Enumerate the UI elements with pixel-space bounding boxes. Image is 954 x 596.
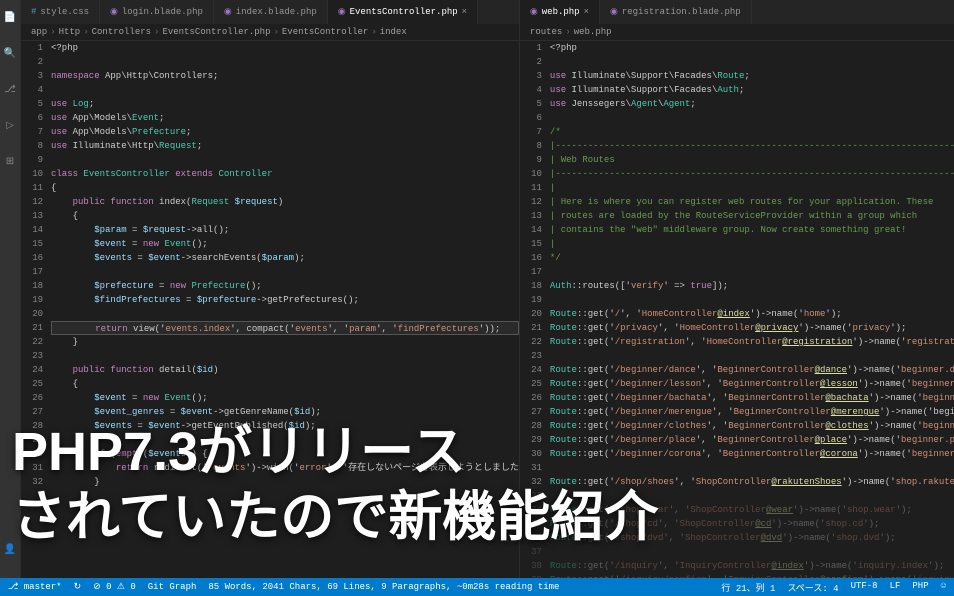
editor-pane-left: #style.css◉login.blade.php◉index.blade.p… [20,0,519,596]
search-icon[interactable]: 🔍 [0,44,20,64]
explorer-icon[interactable]: 📄 [0,8,20,28]
editor-tab[interactable]: ◉index.blade.php [214,0,328,24]
sync-icon[interactable]: ↻ [74,582,82,592]
branch-indicator[interactable]: ⎇ master* [8,582,62,592]
encoding[interactable]: UTF-8 [851,581,878,594]
code-right[interactable]: <?phpuse Illuminate\Support\Facades\Rout… [550,41,954,596]
gutter-left: 1234567891011121314151617181920212223242… [21,41,51,596]
editor-tab[interactable]: ◉login.blade.php [100,0,214,24]
feedback-icon[interactable]: ☺ [941,581,946,594]
problems-indicator[interactable]: ⊘ 0 ⚠ 0 [93,582,136,592]
tabs-left: #style.css◉login.blade.php◉index.blade.p… [21,0,519,24]
extensions-icon[interactable]: ⊞ [0,152,20,172]
close-icon[interactable]: × [462,7,467,17]
git-graph-button[interactable]: Git Graph [148,582,197,592]
gutter-right: 1234567891011121314151617181920212223242… [520,41,550,596]
cursor-position[interactable]: 行 21、列 1 [721,581,775,594]
eol[interactable]: LF [890,581,901,594]
editor-tab[interactable]: #style.css [21,0,100,24]
breadcrumb-left[interactable]: app›Http›Controllers›EventsController.ph… [21,24,519,41]
status-bar: ⎇ master* ↻ ⊘ 0 ⚠ 0 Git Graph 85 Words, … [0,578,954,596]
editor-tab[interactable]: ◉web.php× [520,0,600,24]
indentation[interactable]: スペース: 4 [787,581,838,594]
editor-tab[interactable]: ◉registration.blade.php [600,0,752,24]
editor-pane-right: ◉web.php×◉registration.blade.php⊞⋯ route… [519,0,954,596]
breadcrumb-right[interactable]: routes›web.php [520,24,954,41]
editor-tab[interactable]: ◉EventsController.php× [328,0,478,24]
close-icon[interactable]: × [584,7,589,17]
code-left[interactable]: <?phpnamespace App\Http\Controllers;use … [51,41,519,596]
debug-icon[interactable]: ▷ [0,116,20,136]
scm-icon[interactable]: ⎇ [0,80,20,100]
account-icon[interactable]: 👤 [0,540,20,560]
tabs-right: ◉web.php×◉registration.blade.php⊞⋯ [520,0,954,24]
activity-bar: 📄 🔍 ⎇ ▷ ⊞ 👤 ⚙ [0,0,20,596]
language-mode[interactable]: PHP [912,581,928,594]
doc-stats: 85 Words, 2041 Chars, 69 Lines, 9 Paragr… [208,582,559,592]
